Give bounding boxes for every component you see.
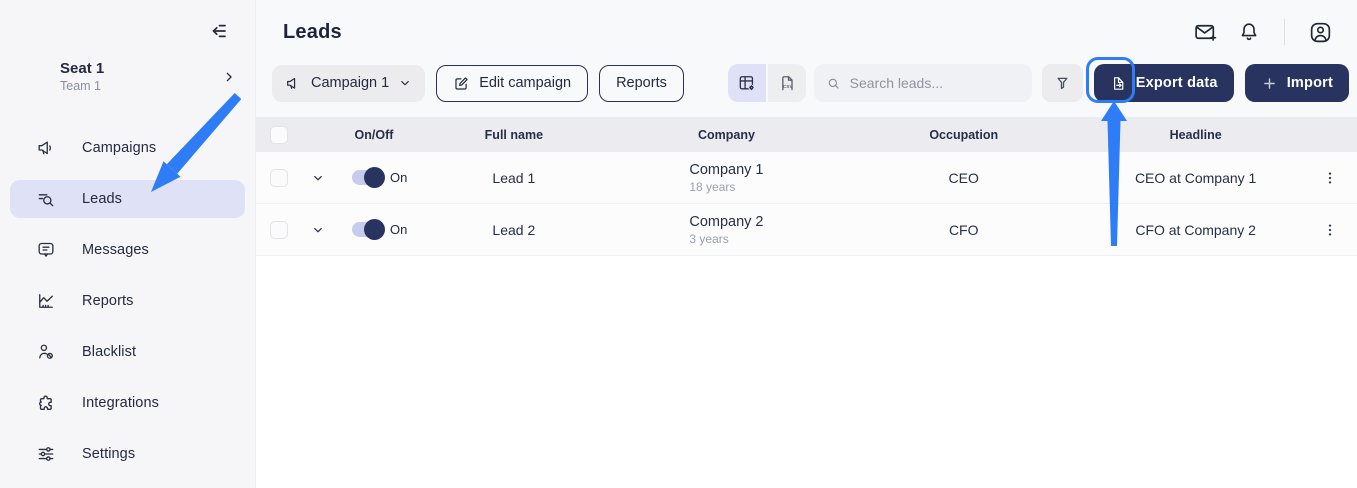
kebab-menu-icon[interactable] bbox=[1322, 170, 1338, 186]
sidebar-item-label: Reports bbox=[82, 293, 133, 309]
table-settings-icon[interactable] bbox=[728, 64, 766, 102]
row-toggle[interactable] bbox=[352, 170, 383, 185]
cell-full-name: Lead 1 bbox=[414, 170, 614, 186]
reports-button[interactable]: Reports bbox=[599, 65, 684, 102]
cell-occupation: CFO bbox=[839, 222, 1088, 238]
plus-icon bbox=[1261, 75, 1278, 92]
edit-campaign-button[interactable]: Edit campaign bbox=[436, 65, 588, 102]
funnel-icon bbox=[1053, 74, 1072, 93]
export-data-button[interactable]: Export data bbox=[1094, 64, 1234, 102]
page-title: Leads bbox=[283, 21, 342, 44]
sidebar-item-label: Messages bbox=[82, 242, 149, 258]
sidebar-item-label: Leads bbox=[82, 191, 122, 207]
kebab-menu-icon[interactable] bbox=[1322, 222, 1338, 238]
table-row: On Lead 1 Company 1 18 years CEO CEO at … bbox=[256, 152, 1357, 204]
sidebar-item-settings[interactable]: Settings bbox=[10, 435, 245, 473]
search-icon bbox=[826, 75, 841, 92]
chevron-down-icon bbox=[398, 76, 412, 90]
file-export-icon bbox=[1110, 75, 1127, 92]
row-checkbox[interactable] bbox=[270, 221, 288, 239]
row-toggle[interactable] bbox=[352, 222, 383, 237]
search-box bbox=[814, 64, 1032, 102]
sidebar-item-messages[interactable]: Messages bbox=[10, 231, 245, 269]
sidebar: Seat 1 Team 1 Campaigns Leads bbox=[0, 0, 256, 488]
cell-company: Company 1 18 years bbox=[689, 162, 763, 194]
main-header-area: Leads bbox=[256, 0, 1357, 117]
table-row: On Lead 2 Company 2 3 years CFO CFO at C… bbox=[256, 204, 1357, 256]
column-header-fullname: Full name bbox=[414, 128, 614, 142]
seat-selector[interactable]: Seat 1 Team 1 bbox=[60, 60, 237, 93]
row-checkbox[interactable] bbox=[270, 169, 288, 187]
profile-icon[interactable] bbox=[1305, 17, 1335, 47]
sidebar-item-leads[interactable]: Leads bbox=[10, 180, 245, 218]
import-label: Import bbox=[1287, 75, 1333, 91]
reports-label: Reports bbox=[616, 75, 667, 91]
sidebar-item-reports[interactable]: Reports bbox=[10, 282, 245, 320]
sidebar-item-campaigns[interactable]: Campaigns bbox=[10, 129, 245, 167]
sidebar-item-label: Blacklist bbox=[82, 344, 136, 360]
main-content: Leads bbox=[256, 0, 1357, 488]
puzzle-icon bbox=[36, 393, 56, 413]
select-all-checkbox[interactable] bbox=[270, 126, 288, 144]
leads-table: On/Off Full name Company Occupation Head… bbox=[256, 117, 1357, 256]
cell-company: Company 2 3 years bbox=[689, 214, 763, 246]
column-header-company: Company bbox=[614, 128, 839, 142]
campaign-selector[interactable]: Campaign 1 bbox=[272, 65, 425, 102]
import-button[interactable]: Import bbox=[1245, 64, 1349, 102]
collapse-sidebar-icon[interactable] bbox=[205, 18, 231, 44]
toggle-label: On bbox=[390, 222, 407, 237]
chat-bubble-icon bbox=[36, 240, 56, 260]
table-header-row: On/Off Full name Company Occupation Head… bbox=[256, 117, 1357, 152]
cell-headline: CEO at Company 1 bbox=[1088, 170, 1303, 186]
svg-text:CSV: CSV bbox=[783, 84, 793, 89]
sliders-icon bbox=[36, 444, 56, 464]
lead-search-icon bbox=[36, 189, 56, 209]
csv-file-icon[interactable]: CSV bbox=[768, 64, 806, 102]
bell-icon[interactable] bbox=[1234, 17, 1264, 47]
column-header-onoff: On/Off bbox=[334, 128, 414, 142]
column-header-occupation: Occupation bbox=[839, 128, 1088, 142]
edit-campaign-label: Edit campaign bbox=[479, 75, 571, 91]
chevron-down-icon[interactable] bbox=[311, 171, 325, 185]
pencil-icon bbox=[453, 75, 470, 92]
sidebar-item-integrations[interactable]: Integrations bbox=[10, 384, 245, 422]
chevron-right-icon bbox=[221, 69, 237, 85]
mail-plus-icon[interactable] bbox=[1190, 17, 1220, 47]
seat-team: Team 1 bbox=[60, 79, 104, 93]
toggle-label: On bbox=[390, 170, 407, 185]
chart-icon bbox=[36, 291, 56, 311]
sidebar-nav: Campaigns Leads Messages bbox=[0, 129, 255, 473]
view-toggle: CSV bbox=[728, 64, 806, 102]
campaign-selector-label: Campaign 1 bbox=[311, 75, 389, 91]
column-header-headline: Headline bbox=[1088, 128, 1303, 142]
filter-button[interactable] bbox=[1042, 64, 1083, 102]
seat-name: Seat 1 bbox=[60, 60, 104, 77]
search-input[interactable] bbox=[850, 75, 1020, 91]
megaphone-icon bbox=[285, 75, 302, 92]
sidebar-item-label: Settings bbox=[82, 446, 135, 462]
chevron-down-icon[interactable] bbox=[311, 223, 325, 237]
sidebar-item-label: Campaigns bbox=[82, 140, 156, 156]
cell-full-name: Lead 2 bbox=[414, 222, 614, 238]
toolbar: Campaign 1 Edit campaign Reports bbox=[272, 64, 1349, 102]
person-block-icon bbox=[36, 342, 56, 362]
cell-occupation: CEO bbox=[839, 170, 1088, 186]
megaphone-icon bbox=[36, 138, 56, 158]
sidebar-item-label: Integrations bbox=[82, 395, 159, 411]
export-data-label: Export data bbox=[1136, 75, 1218, 91]
cell-headline: CFO at Company 2 bbox=[1088, 222, 1303, 238]
sidebar-item-blacklist[interactable]: Blacklist bbox=[10, 333, 245, 371]
divider bbox=[1284, 19, 1285, 45]
